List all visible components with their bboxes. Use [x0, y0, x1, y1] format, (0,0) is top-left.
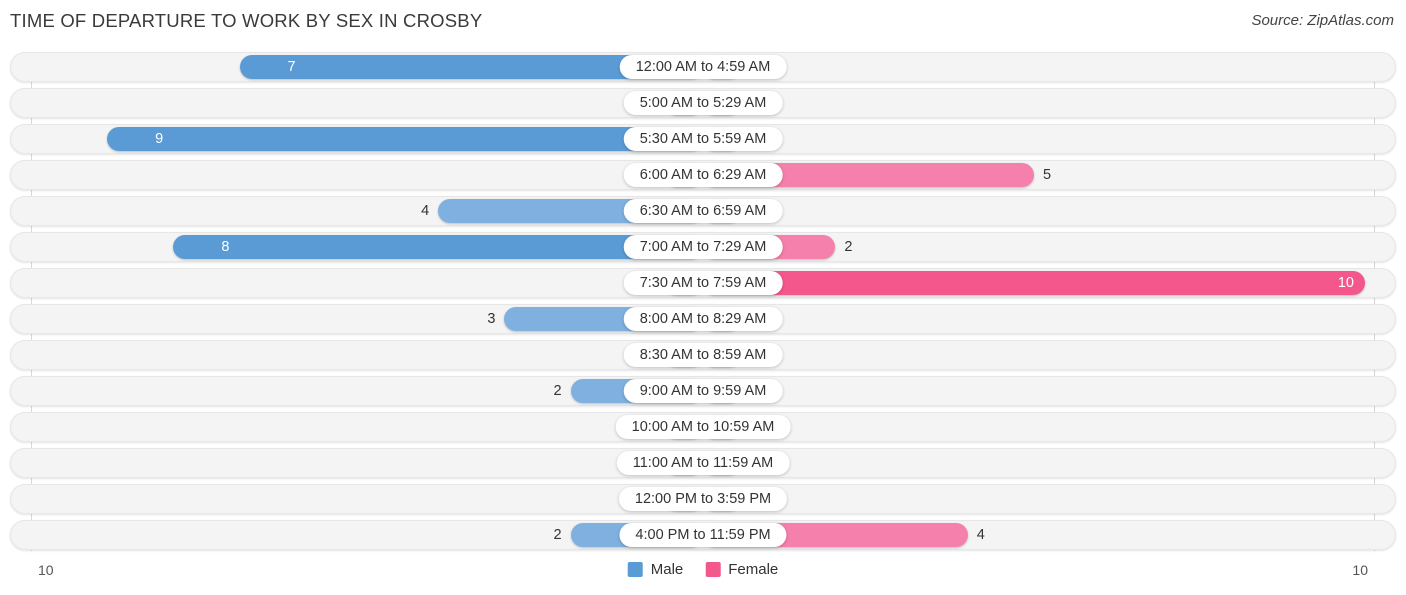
female-value-label: 4 [976, 527, 985, 543]
axis-tick-right: 10 [1352, 562, 1368, 578]
table-row[interactable]: 209:00 AM to 9:59 AM [10, 376, 1396, 406]
table-row[interactable]: 2 4 4:00 PM to 11:59 PM [10, 520, 1396, 550]
table-row[interactable]: 8 2 7:00 AM to 7:29 AM [10, 232, 1396, 262]
category-label: 5:00 AM to 5:29 AM [623, 91, 783, 115]
category-label: 11:00 AM to 11:59 AM [616, 451, 790, 475]
table-row[interactable]: 0107:30 AM to 7:59 AM [10, 268, 1396, 298]
male-bar[interactable] [107, 127, 703, 151]
male-value-label: 4 [421, 203, 430, 219]
legend-swatch-icon [705, 562, 721, 577]
category-label: 6:30 AM to 6:59 AM [623, 199, 783, 223]
legend-item-female[interactable]: Female [705, 561, 778, 578]
category-label: 7:30 AM to 7:59 AM [623, 271, 783, 295]
legend-item-male[interactable]: Male [627, 561, 684, 578]
male-value-label: 3 [487, 311, 496, 327]
axis-tick-left: 10 [38, 562, 54, 578]
male-value-label: 2 [553, 383, 562, 399]
category-label: 12:00 PM to 3:59 PM [618, 487, 788, 511]
category-label: 9:00 AM to 9:59 AM [623, 379, 783, 403]
chart-header: TIME OF DEPARTURE TO WORK BY SEX IN CROS… [0, 0, 1406, 46]
category-label: 8:30 AM to 8:59 AM [623, 343, 783, 367]
table-row[interactable]: 0010:00 AM to 10:59 AM [10, 412, 1396, 442]
category-label: 12:00 AM to 4:59 AM [619, 55, 787, 79]
table-row[interactable]: 0012:00 PM to 3:59 PM [10, 484, 1396, 514]
table-row[interactable]: 308:00 AM to 8:29 AM [10, 304, 1396, 334]
chart-legend: Male Female [627, 561, 778, 578]
table-row[interactable]: 7012:00 AM to 4:59 AM [10, 52, 1396, 82]
female-bar[interactable] [703, 271, 1365, 295]
male-value-label: 2 [553, 527, 562, 543]
category-label: 6:00 AM to 6:29 AM [623, 163, 783, 187]
legend-label: Male [650, 561, 684, 578]
male-value-label: 8 [221, 239, 230, 255]
category-label: 5:30 AM to 5:59 AM [623, 127, 783, 151]
table-row[interactable]: 056:00 AM to 6:29 AM [10, 160, 1396, 190]
source-attribution: Source: ZipAtlas.com [1251, 12, 1394, 29]
page-title: TIME OF DEPARTURE TO WORK BY SEX IN CROS… [10, 10, 483, 31]
chart-footer: 10 10 Male Female [0, 551, 1406, 595]
legend-label: Female [728, 561, 779, 578]
table-row[interactable]: 406:30 AM to 6:59 AM [10, 196, 1396, 226]
category-label: 7:00 AM to 7:29 AM [623, 235, 783, 259]
category-label: 8:00 AM to 8:29 AM [623, 307, 783, 331]
female-value-label: 2 [844, 239, 853, 255]
table-row[interactable]: 905:30 AM to 5:59 AM [10, 124, 1396, 154]
female-value-label: 5 [1043, 167, 1052, 183]
category-label: 4:00 PM to 11:59 PM [619, 523, 787, 547]
male-value-label: 7 [287, 59, 296, 75]
chart-plot-area: 7012:00 AM to 4:59 AM 005:00 AM to 5:29 A… [0, 46, 1406, 551]
female-value-label: 10 [1337, 275, 1354, 291]
male-value-label: 9 [155, 131, 164, 147]
chart-page: TIME OF DEPARTURE TO WORK BY SEX IN CROS… [0, 0, 1406, 595]
table-row[interactable]: 0011:00 AM to 11:59 AM [10, 448, 1396, 478]
category-label: 10:00 AM to 10:59 AM [615, 415, 791, 439]
legend-swatch-icon [627, 562, 643, 577]
table-row[interactable]: 008:30 AM to 8:59 AM [10, 340, 1396, 370]
table-row[interactable]: 005:00 AM to 5:29 AM [10, 88, 1396, 118]
